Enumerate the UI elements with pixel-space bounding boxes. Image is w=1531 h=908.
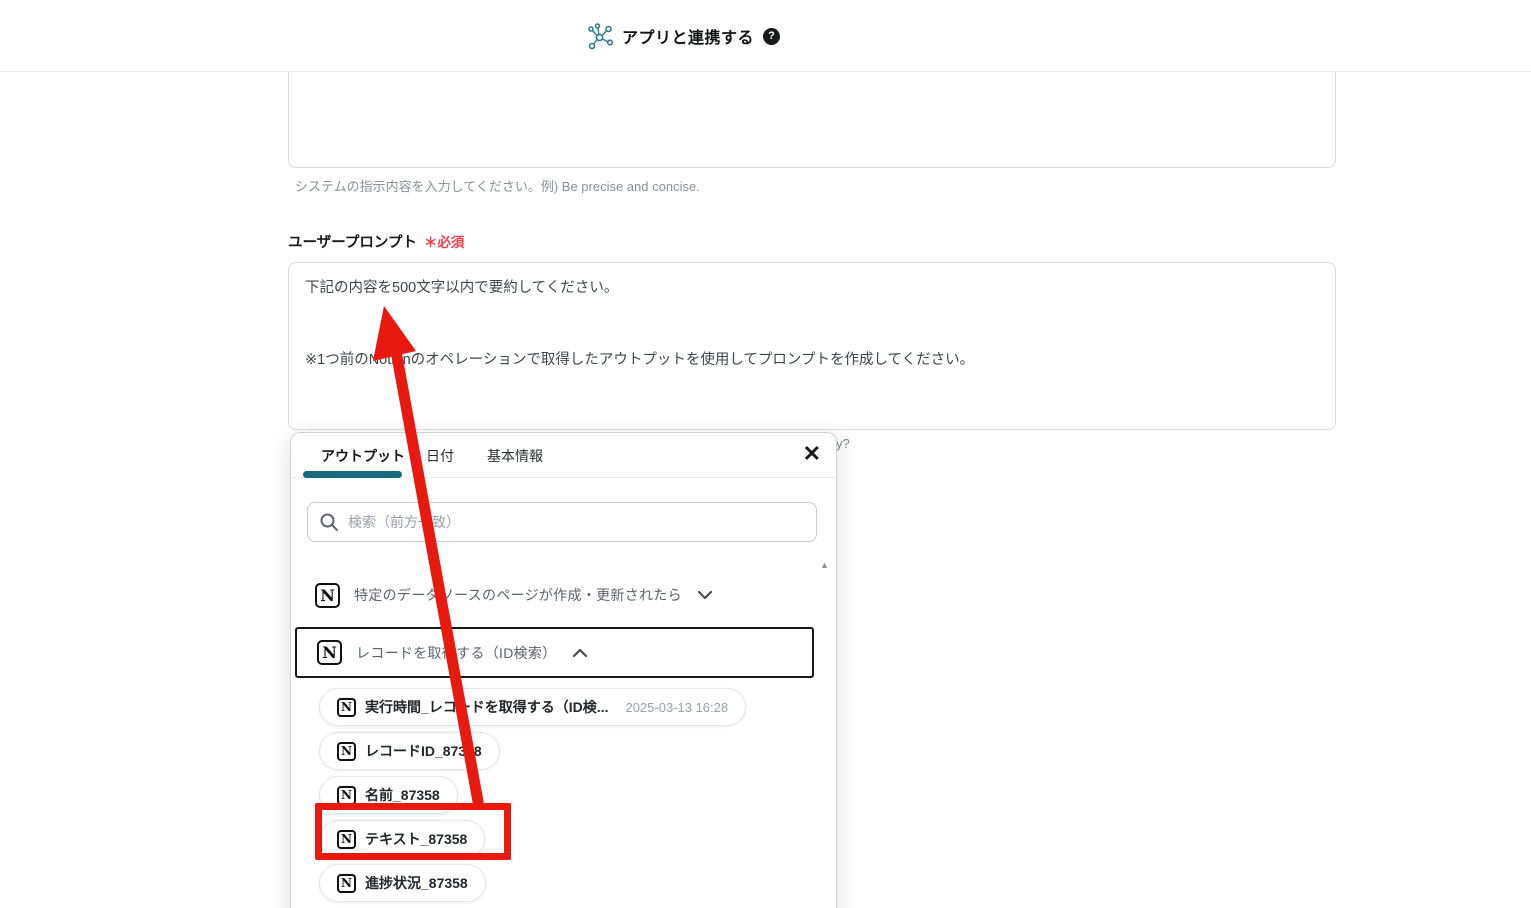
user-prompt-label-row: ユーザープロンプト ＊必須 bbox=[288, 231, 464, 252]
output-item-progress[interactable]: N 進捗状況_87358 bbox=[319, 864, 486, 902]
timestamp: 2025-03-13 16:28 bbox=[625, 699, 729, 715]
chevron-down-icon bbox=[697, 590, 712, 600]
obscured-background-text: y? bbox=[836, 436, 850, 451]
required-badge: ＊必須 bbox=[423, 235, 465, 250]
system-prompt-helper: システムの指示内容を入力してください。例) Be precise and con… bbox=[295, 179, 700, 194]
output-item-exec-time[interactable]: N 実行時間_レコードを取得する（ID検... 2025-03-13 16:28 bbox=[319, 688, 747, 726]
notion-icon: N bbox=[337, 697, 356, 717]
output-item-name[interactable]: N 名前_87358 bbox=[319, 776, 458, 814]
notion-icon: N bbox=[337, 785, 356, 805]
integration-icon bbox=[586, 22, 613, 50]
popup-tabbar: アウトプット 日付 基本情報 ✕ bbox=[291, 433, 836, 478]
search-icon bbox=[319, 512, 339, 537]
close-button[interactable]: ✕ bbox=[803, 443, 821, 465]
notion-icon: N bbox=[337, 873, 356, 893]
output-item-list: N 実行時間_レコードを取得する（ID検... 2025-03-13 16:28… bbox=[319, 688, 836, 902]
output-item-text[interactable]: N テキスト_87358 bbox=[319, 820, 486, 858]
output-item-record-id[interactable]: N レコードID_87358 bbox=[319, 732, 500, 770]
active-tab-underline bbox=[303, 471, 402, 478]
output-picker-popup: アウトプット 日付 基本情報 ✕ N 特定のデータソースのページが作成・更新され… bbox=[290, 432, 837, 908]
notion-icon: N bbox=[315, 582, 340, 608]
close-icon: ✕ bbox=[802, 441, 821, 466]
group-label: レコードを取得する（ID検索） bbox=[356, 644, 557, 661]
output-group-expanded[interactable]: N レコードを取得する（ID検索） bbox=[295, 627, 814, 678]
output-group-collapsed[interactable]: N 特定のデータソースのページが作成・更新されたら bbox=[315, 576, 818, 614]
group-label: 特定のデータソースのページが作成・更新されたら bbox=[354, 587, 682, 603]
search-input[interactable] bbox=[307, 502, 817, 542]
tab-output[interactable]: アウトプット bbox=[321, 446, 405, 466]
notion-icon: N bbox=[337, 829, 356, 849]
notion-icon: N bbox=[337, 741, 356, 761]
app-header: アプリと連携する ? bbox=[0, 0, 1531, 72]
popup-scrollbar[interactable]: ▲ bbox=[817, 561, 832, 908]
user-prompt-label: ユーザープロンプト bbox=[288, 235, 417, 251]
search-box bbox=[307, 502, 817, 542]
scroll-up-icon[interactable]: ▲ bbox=[820, 561, 829, 570]
notion-icon: N bbox=[317, 640, 342, 665]
user-prompt-textarea[interactable]: 下記の内容を500文字以内で要約してください。 ※1つ前のNotionのオペレー… bbox=[288, 262, 1336, 430]
help-icon[interactable]: ? bbox=[763, 27, 781, 45]
tab-date[interactable]: 日付 bbox=[426, 446, 454, 466]
chevron-up-icon bbox=[572, 648, 587, 657]
tab-basic-info[interactable]: 基本情報 bbox=[487, 446, 543, 466]
page-title: アプリと連携する bbox=[622, 30, 755, 47]
